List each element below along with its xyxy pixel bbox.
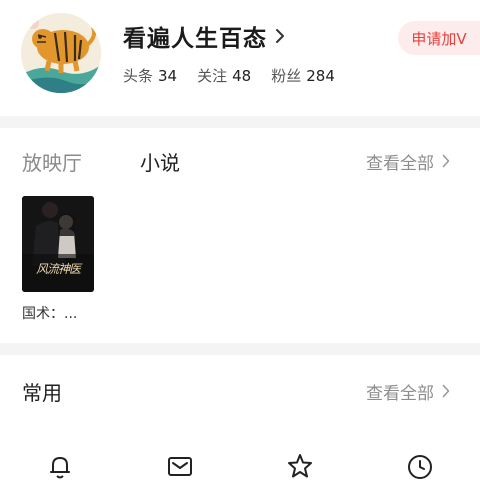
stat-toutiao[interactable]: 头条 34 — [123, 65, 177, 86]
tab-novel[interactable]: 小说 — [140, 139, 180, 183]
view-all-label: 查看全部 — [366, 383, 434, 404]
stat-value: 34 — [158, 66, 178, 85]
profile-name-row[interactable]: 看遍人生百态 — [123, 20, 287, 52]
common-shortcut-row — [0, 452, 480, 480]
common-section-header: 常用 查看全部 — [0, 369, 480, 413]
stat-label: 头条 — [123, 66, 154, 85]
media-section-header: 放映厅 小说 查看全部 — [0, 139, 480, 183]
common-view-all-link[interactable]: 查看全部 — [366, 369, 450, 413]
chevron-right-icon — [442, 154, 450, 168]
chevron-right-icon — [442, 384, 450, 398]
section-divider — [0, 343, 480, 355]
tab-cinema[interactable]: 放映厅 — [22, 139, 82, 183]
profile-header: 看遍人生百态 头条 34 关注 48 粉丝 284 申请加V — [0, 0, 480, 112]
chevron-right-icon — [275, 27, 287, 45]
common-section-title: 常用 — [22, 380, 62, 405]
profile-page: 看遍人生百态 头条 34 关注 48 粉丝 284 申请加V 放映厅 小说 查看… — [0, 0, 480, 480]
stat-following[interactable]: 关注 48 — [197, 65, 251, 86]
profile-stats: 头条 34 关注 48 粉丝 284 — [123, 64, 355, 86]
stat-followers[interactable]: 粉丝 284 — [271, 65, 335, 86]
stat-value: 48 — [232, 66, 252, 85]
star-icon[interactable] — [285, 452, 315, 480]
novel-cover-image — [22, 196, 94, 292]
stat-label: 粉丝 — [271, 66, 302, 85]
clock-icon[interactable] — [405, 452, 435, 480]
apply-verification-button[interactable]: 申请加V — [398, 21, 480, 55]
tiger-avatar-image — [21, 13, 101, 93]
novel-title: 国术：... — [22, 306, 78, 322]
novel-cover-title: 风流神医 — [35, 262, 81, 276]
profile-name: 看遍人生百态 — [123, 26, 267, 52]
view-all-label: 查看全部 — [366, 153, 434, 174]
media-view-all-link[interactable]: 查看全部 — [366, 139, 450, 183]
stat-label: 关注 — [197, 66, 228, 85]
bell-icon[interactable] — [45, 452, 75, 480]
mail-icon[interactable] — [165, 452, 195, 480]
avatar[interactable] — [21, 13, 101, 93]
section-divider — [0, 116, 480, 128]
stat-value: 284 — [306, 66, 335, 85]
